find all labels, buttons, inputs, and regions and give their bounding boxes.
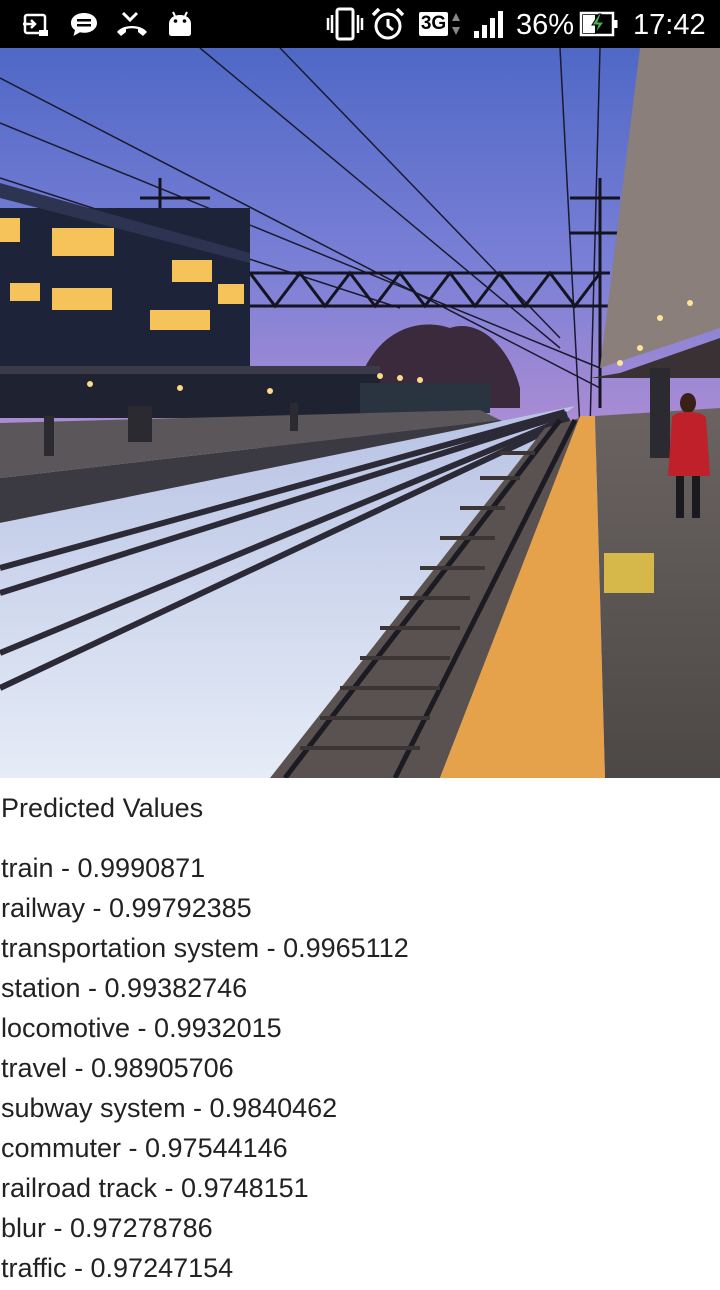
missed-call-icon [114, 0, 150, 48]
signal-icon [470, 0, 510, 48]
network-type-label: 3G [418, 12, 449, 36]
3g-data-icon: 3G [416, 0, 464, 48]
prediction-list: train - 0.9990871 railway - 0.99792385 t… [0, 850, 409, 1290]
android-icon [164, 0, 196, 48]
battery-charging-icon [578, 0, 620, 48]
prediction-item: subway system - 0.9840462 [1, 1093, 338, 1123]
prediction-item: traffic - 0.97247154 [1, 1253, 234, 1283]
message-icon [66, 0, 102, 48]
prediction-item: transportation system - 0.9965112 [1, 933, 409, 963]
clock: 17:42 [633, 9, 706, 41]
prediction-item: commuter - 0.97544146 [1, 1133, 288, 1163]
status-bar: 3G 36% 17:42 [0, 0, 720, 48]
prediction-item: locomotive - 0.9932015 [1, 1013, 282, 1043]
prediction-item: railroad track - 0.9748151 [1, 1173, 309, 1203]
prediction-item: station - 0.99382746 [1, 973, 248, 1003]
vibrate-icon [326, 0, 364, 48]
prediction-item: railway - 0.99792385 [1, 893, 252, 923]
train-platform-photo [0, 48, 720, 778]
prediction-item: blur - 0.97278786 [1, 1213, 213, 1243]
prediction-item: travel - 0.98905706 [1, 1053, 234, 1083]
battery-percent: 36% [516, 9, 575, 41]
results-heading: Predicted Values [1, 793, 204, 823]
prediction-item: train - 0.9990871 [1, 853, 206, 883]
usb-debug-icon [20, 0, 52, 48]
alarm-icon [370, 0, 406, 48]
